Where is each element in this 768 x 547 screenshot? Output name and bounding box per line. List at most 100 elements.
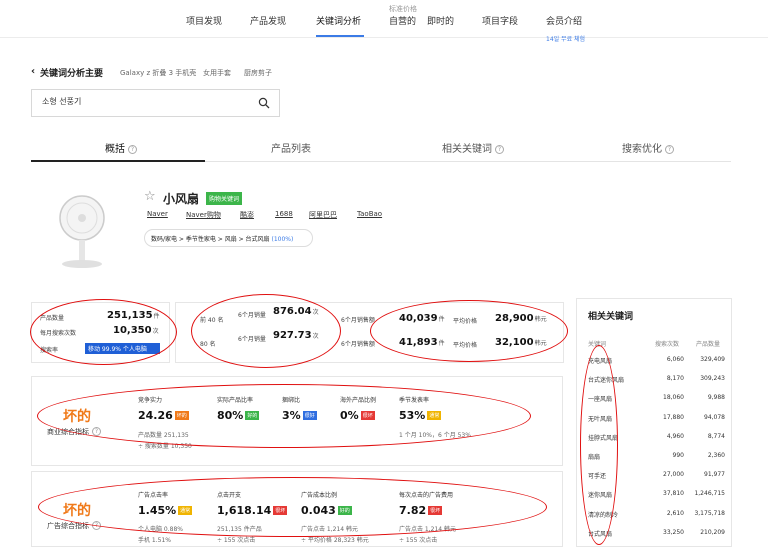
metric-value: 80% 好的 xyxy=(217,409,260,422)
recent-keyword-link[interactable]: Galaxy z 折叠 3 手机壳 xyxy=(120,68,196,78)
related-keyword-row[interactable]: 扇扇 990 2,360 xyxy=(580,448,730,466)
metric-label: 广告成本比例 xyxy=(301,492,338,499)
favorite-star-icon[interactable]: ☆ xyxy=(144,189,156,204)
product-count: 309,243 xyxy=(700,375,725,383)
metric-value: 24.26 坏的 xyxy=(138,409,189,422)
related-keyword[interactable]: 挂脖式风扇 xyxy=(588,433,618,442)
metric-note: 广告点击 1,214 韩元 xyxy=(399,526,456,533)
search-count: 33,250 xyxy=(663,528,684,536)
metric-note: ÷ 搜索数量 10,350 xyxy=(138,443,192,450)
product-count-value: 251,135件 xyxy=(107,310,160,321)
search-count: 18,060 xyxy=(663,394,684,402)
related-keyword-row[interactable]: 台式风扇 33,250 210,209 xyxy=(580,525,730,543)
metric-label: 季节发表率 xyxy=(399,397,430,404)
metric-value: 7.82 很坏 xyxy=(399,504,443,517)
metric-label: 每次点击的广告费用 xyxy=(399,492,454,499)
metric-note: 广告点击 1,214 韩元 xyxy=(301,526,358,533)
free-trial-link[interactable]: 14일 무료 체험 xyxy=(546,34,585,43)
column-header: 产品数量 xyxy=(696,341,721,348)
tab-overview[interactable]: 概括? xyxy=(105,140,137,155)
search-count: 37,810 xyxy=(663,490,684,498)
marketplace-link-coupang[interactable]: 酷澎 xyxy=(240,210,254,220)
top40-label: 前 40 名 xyxy=(200,317,224,324)
monthly-search-label: 每月搜索次数 xyxy=(40,330,77,337)
help-icon[interactable]: ? xyxy=(665,145,674,154)
product-image xyxy=(59,195,105,268)
tab-product-list[interactable]: 产品列表 xyxy=(271,140,311,155)
product-count: 210,209 xyxy=(700,528,725,536)
nav-hint: 标准价格 xyxy=(389,5,417,13)
related-keyword[interactable]: 扇扇 xyxy=(588,452,600,461)
nav-item-instant[interactable]: 即时的 xyxy=(427,14,454,27)
tab-related-keywords[interactable]: 相关关键词? xyxy=(442,140,504,155)
metric-note: 产品数量 251,135 xyxy=(138,432,189,439)
six-month-sales-value: 876.04次 xyxy=(273,306,319,317)
search-count: 6,060 xyxy=(666,356,684,363)
related-keyword[interactable]: 可手还 xyxy=(588,471,606,480)
search-input[interactable] xyxy=(42,97,242,106)
avg-price-label: 平均价格 xyxy=(453,342,478,349)
help-icon[interactable]: ? xyxy=(92,521,101,530)
product-count: 329,409 xyxy=(700,356,725,363)
metric-note: ÷ 155 次点击 xyxy=(399,537,438,544)
product-count: 2,360 xyxy=(707,452,725,459)
related-keyword-row[interactable]: 台式迷你风扇 8,170 309,243 xyxy=(580,371,730,389)
metric-note: ÷ 155 次点击 xyxy=(217,537,256,544)
page-title: 关键词分析主要 xyxy=(40,69,104,79)
related-keyword-row[interactable]: 一座风扇 18,060 9,988 xyxy=(580,390,730,408)
related-keyword[interactable]: 台式迷你风扇 xyxy=(588,375,624,384)
six-month-revenue-label: 6个月销售额 xyxy=(341,317,375,324)
metric-label: 捆绑比 xyxy=(282,397,301,404)
product-count: 91,977 xyxy=(704,471,725,479)
metric-note: 个人电脑 0.88% xyxy=(138,526,183,533)
related-keyword-row[interactable]: 可手还 27,000 91,977 xyxy=(580,467,730,485)
search-count: 17,880 xyxy=(663,413,684,421)
marketplace-link-naver-shopping[interactable]: Naver购物 xyxy=(186,210,221,220)
related-keyword[interactable]: 清凉的制冷 xyxy=(588,510,618,519)
product-count: 94,078 xyxy=(704,413,725,421)
related-keyword[interactable]: 充电风扇 xyxy=(588,356,612,365)
metric-label: 实际产品比率 xyxy=(217,397,254,404)
related-keyword[interactable]: 一座风扇 xyxy=(588,394,612,403)
search-ratio-bar: 移动 99.9% 个人电脑 xyxy=(85,343,160,354)
recent-keyword-link[interactable]: 女用手套 xyxy=(203,68,231,78)
related-keyword[interactable]: 迷你风扇 xyxy=(588,490,612,499)
product-count: 1,246,715 xyxy=(694,490,725,498)
related-keyword-row[interactable]: 清凉的制冷 2,610 3,175,718 xyxy=(580,506,730,524)
column-header: 关键词 xyxy=(588,341,607,348)
revenue-value: 40,039件 xyxy=(399,313,445,324)
metric-label: 点击开支 xyxy=(217,492,242,499)
product-count: 8,774 xyxy=(707,432,725,440)
nav-item-membership[interactable]: 会员介绍 xyxy=(546,14,582,27)
six-month-sales-label: 6个月销量 xyxy=(238,312,266,319)
related-keywords-title: 相关关键词 xyxy=(588,312,634,322)
tab-search-optimization[interactable]: 搜索优化? xyxy=(622,140,674,155)
nav-item-self-operated[interactable]: 自营的 xyxy=(389,14,416,27)
marketplace-link-alibaba[interactable]: 阿里巴巴 xyxy=(309,210,337,220)
nav-item-project-discovery[interactable]: 项目发现 xyxy=(186,14,222,27)
nav-item-project-fields[interactable]: 项目字段 xyxy=(482,14,518,27)
related-keyword[interactable]: 无叶风扇 xyxy=(588,414,612,423)
related-keyword-row[interactable]: 挂脖式风扇 4,960 8,774 xyxy=(580,429,730,447)
keyword-search-box xyxy=(31,89,280,117)
nav-item-product-discovery[interactable]: 产品发现 xyxy=(250,14,286,27)
marketplace-link-1688[interactable]: 1688 xyxy=(275,210,293,218)
search-icon[interactable] xyxy=(258,97,270,109)
ad-indicator-title: 广告综合指标? xyxy=(47,521,101,531)
six-month-revenue-label: 6个月销售额 xyxy=(341,341,375,348)
related-keyword-row[interactable]: 迷你风扇 37,810 1,246,715 xyxy=(580,486,730,504)
marketplace-link-taobao[interactable]: TaoBao xyxy=(357,210,382,218)
shopping-keyword-badge: 购物关键词 xyxy=(206,192,243,205)
nav-item-keyword-analysis[interactable]: 关键词分析 xyxy=(316,14,361,27)
help-icon[interactable]: ? xyxy=(128,145,137,154)
category-path: 数码/家电 > 季节性家电 > 风扇 > 台式风扇 (100%) xyxy=(144,229,313,247)
avg-price-label: 平均价格 xyxy=(453,318,478,325)
marketplace-link-naver[interactable]: Naver xyxy=(147,210,168,218)
back-icon[interactable]: ‹ xyxy=(31,66,35,77)
related-keyword-row[interactable]: 充电风扇 6,060 329,409 xyxy=(580,352,730,370)
help-icon[interactable]: ? xyxy=(495,145,504,154)
recent-keyword-link[interactable]: 厨房剪子 xyxy=(244,68,272,78)
help-icon[interactable]: ? xyxy=(92,427,101,436)
related-keyword-row[interactable]: 无叶风扇 17,880 94,078 xyxy=(580,410,730,428)
related-keyword[interactable]: 台式风扇 xyxy=(588,529,612,538)
